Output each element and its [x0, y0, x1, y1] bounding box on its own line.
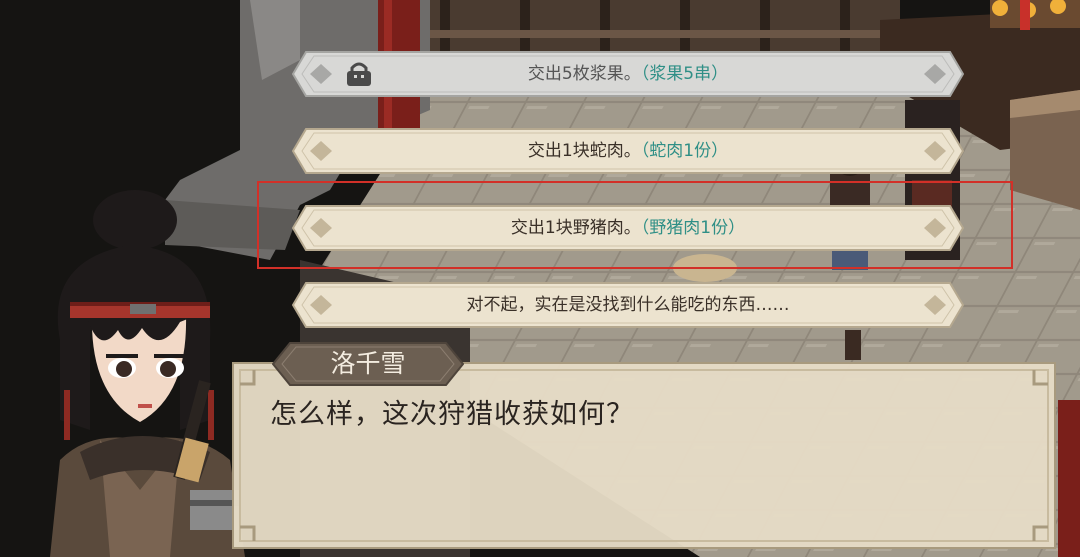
choice-label: 交出1块蛇肉。（蛇肉1份） [527, 141, 729, 161]
choice-option-nothing-found[interactable]: 对不起，实在是没找到什么能吃的东西…… [292, 282, 964, 328]
choice-option-snake-meat[interactable]: 交出1块蛇肉。（蛇肉1份） [292, 128, 964, 174]
dialog-text: 怎么样，这次狩猎收获如何？ [270, 399, 634, 430]
speaker-nametag: 洛千雪 [272, 342, 464, 386]
choice-option-berries[interactable]: 交出5枚浆果。（浆果5串） [292, 51, 964, 97]
choice-label: 对不起，实在是没找到什么能吃的东西…… [466, 295, 790, 315]
selection-highlight-frame [257, 181, 1013, 269]
dialog-frame [232, 362, 1056, 549]
speaker-portrait [50, 190, 245, 557]
choice-label: 交出5枚浆果。（浆果5串） [527, 64, 729, 84]
game-scene-background: 交出5枚浆果。（浆果5串） 交出1块蛇肉。（蛇肉1份） 交出1块野猪肉。（野猪肉… [0, 0, 1080, 557]
speaker-name: 洛千雪 [330, 349, 406, 378]
dialog-box[interactable]: 怎么样，这次狩猎收获如何？ [232, 362, 1056, 549]
